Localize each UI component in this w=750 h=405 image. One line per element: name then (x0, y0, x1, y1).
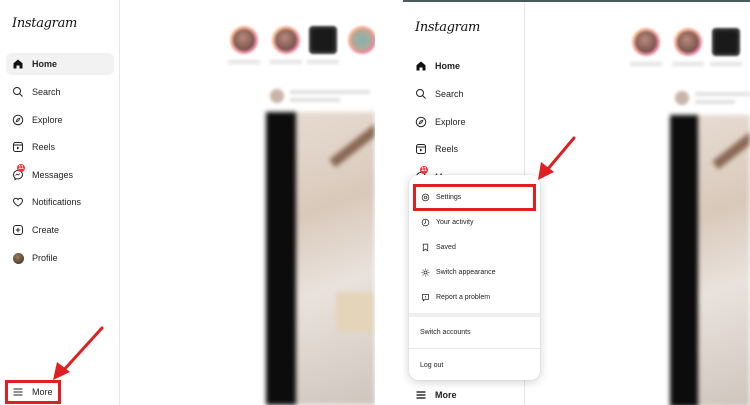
menu-item-switch-accounts[interactable]: Switch accounts (415, 322, 534, 342)
nav-item-notifications[interactable]: Notifications (6, 191, 114, 213)
report-icon (420, 292, 430, 302)
menu-item-report-a-problem[interactable]: Report a problem (415, 287, 534, 307)
activity-icon (420, 217, 430, 227)
bookmark-icon (420, 242, 430, 252)
feed-area (120, 0, 375, 405)
messenger-icon: 11 (12, 164, 25, 181)
post-image-detail (336, 292, 375, 332)
story-avatar[interactable] (674, 28, 702, 56)
annotation-arrow (53, 326, 104, 380)
post-image[interactable] (670, 115, 750, 405)
nav-label: Home (32, 59, 58, 69)
post-image-detail (329, 122, 375, 168)
post-author-avatar[interactable] (270, 89, 284, 103)
post-author-name (290, 90, 370, 94)
nav-item-reels[interactable]: Reels (6, 136, 114, 158)
settings-highlight-box (413, 184, 536, 211)
instagram-logo[interactable]: Instagram (415, 20, 480, 35)
story-username (270, 60, 302, 64)
home-icon (12, 58, 24, 70)
nav-label: Profile (32, 253, 58, 263)
post-subtitle (695, 100, 735, 104)
left-screenshot-panel: Instagram Home Search Explore Reels 11 M… (0, 0, 375, 405)
compass-icon (12, 114, 24, 126)
right-screenshot-panel: Instagram Home Search Explore Reels 11 S… (403, 0, 750, 405)
nav-label: Reels (435, 144, 459, 154)
nav-label: More (435, 390, 457, 400)
nav-item-reels[interactable]: Reels (409, 138, 517, 160)
post-image[interactable] (266, 112, 375, 405)
nav-item-profile[interactable]: Profile (6, 247, 114, 269)
menu-item-log-out[interactable]: Log out (415, 355, 534, 375)
menu-divider (409, 348, 540, 349)
instagram-logo[interactable]: Instagram (12, 16, 77, 31)
nav-item-home[interactable]: Home (409, 55, 517, 77)
story-avatar[interactable] (309, 26, 337, 54)
home-icon (415, 60, 427, 72)
story-avatar[interactable] (632, 28, 660, 56)
story-username (672, 62, 704, 66)
notification-badge: 11 (420, 166, 428, 174)
panel-gap (375, 0, 403, 405)
sun-icon (420, 267, 430, 277)
menu-item-switch-appearance[interactable]: Switch appearance (415, 262, 534, 282)
menu-item-label: Saved (436, 243, 456, 251)
menu-item-label: Report a problem (436, 293, 491, 301)
post-image-detail (712, 130, 750, 170)
nav-label: Search (435, 89, 464, 99)
nav-label: Notifications (32, 197, 82, 207)
menu-item-label: Log out (420, 361, 444, 369)
menu-item-saved[interactable]: Saved (415, 237, 534, 257)
search-icon (415, 88, 427, 100)
menu-item-label: Switch accounts (420, 328, 471, 336)
nav-item-search[interactable]: Search (409, 83, 517, 105)
nav-label: Create (32, 225, 60, 235)
plus-square-icon (12, 224, 24, 236)
nav-label: Reels (32, 142, 56, 152)
nav-label: Messages (32, 170, 74, 180)
nav-item-search[interactable]: Search (6, 81, 114, 103)
menu-divider (409, 313, 540, 317)
heart-icon (12, 196, 24, 208)
story-avatar[interactable] (348, 26, 375, 54)
post-image-shadow (670, 115, 698, 405)
post-image-shadow (266, 112, 296, 405)
story-avatar[interactable] (712, 28, 740, 56)
post-author-name (695, 92, 750, 96)
annotation-arrow (538, 136, 576, 180)
notification-badge: 11 (17, 164, 25, 172)
nav-label: Search (32, 87, 61, 97)
nav-item-home[interactable]: Home (6, 53, 114, 75)
menu-item-your-activity[interactable]: Your activity (415, 212, 534, 232)
nav-label: Home (435, 61, 461, 71)
feed-area (525, 2, 750, 405)
story-avatar[interactable] (272, 26, 300, 54)
hamburger-menu-icon (415, 389, 427, 401)
avatar-icon (12, 252, 24, 264)
story-username (307, 60, 339, 64)
nav-item-explore[interactable]: Explore (6, 109, 114, 131)
post-subtitle (290, 98, 340, 102)
nav-item-more[interactable]: More (409, 384, 517, 405)
post-author-avatar[interactable] (675, 91, 689, 105)
reels-icon (12, 141, 24, 153)
menu-item-label: Switch appearance (436, 268, 496, 276)
nav-item-explore[interactable]: Explore (409, 111, 517, 133)
menu-item-label: Your activity (436, 218, 474, 226)
nav-label: Explore (32, 115, 63, 125)
compass-icon (415, 116, 427, 128)
nav-label: Explore (435, 117, 466, 127)
reels-icon (415, 143, 427, 155)
story-username (228, 60, 260, 64)
story-username (630, 62, 662, 66)
nav-item-create[interactable]: Create (6, 219, 114, 241)
search-icon (12, 86, 24, 98)
nav-item-messages[interactable]: 11 Messages (6, 164, 114, 186)
more-highlight-box (5, 380, 61, 404)
story-username (710, 62, 742, 66)
story-avatar[interactable] (230, 26, 258, 54)
